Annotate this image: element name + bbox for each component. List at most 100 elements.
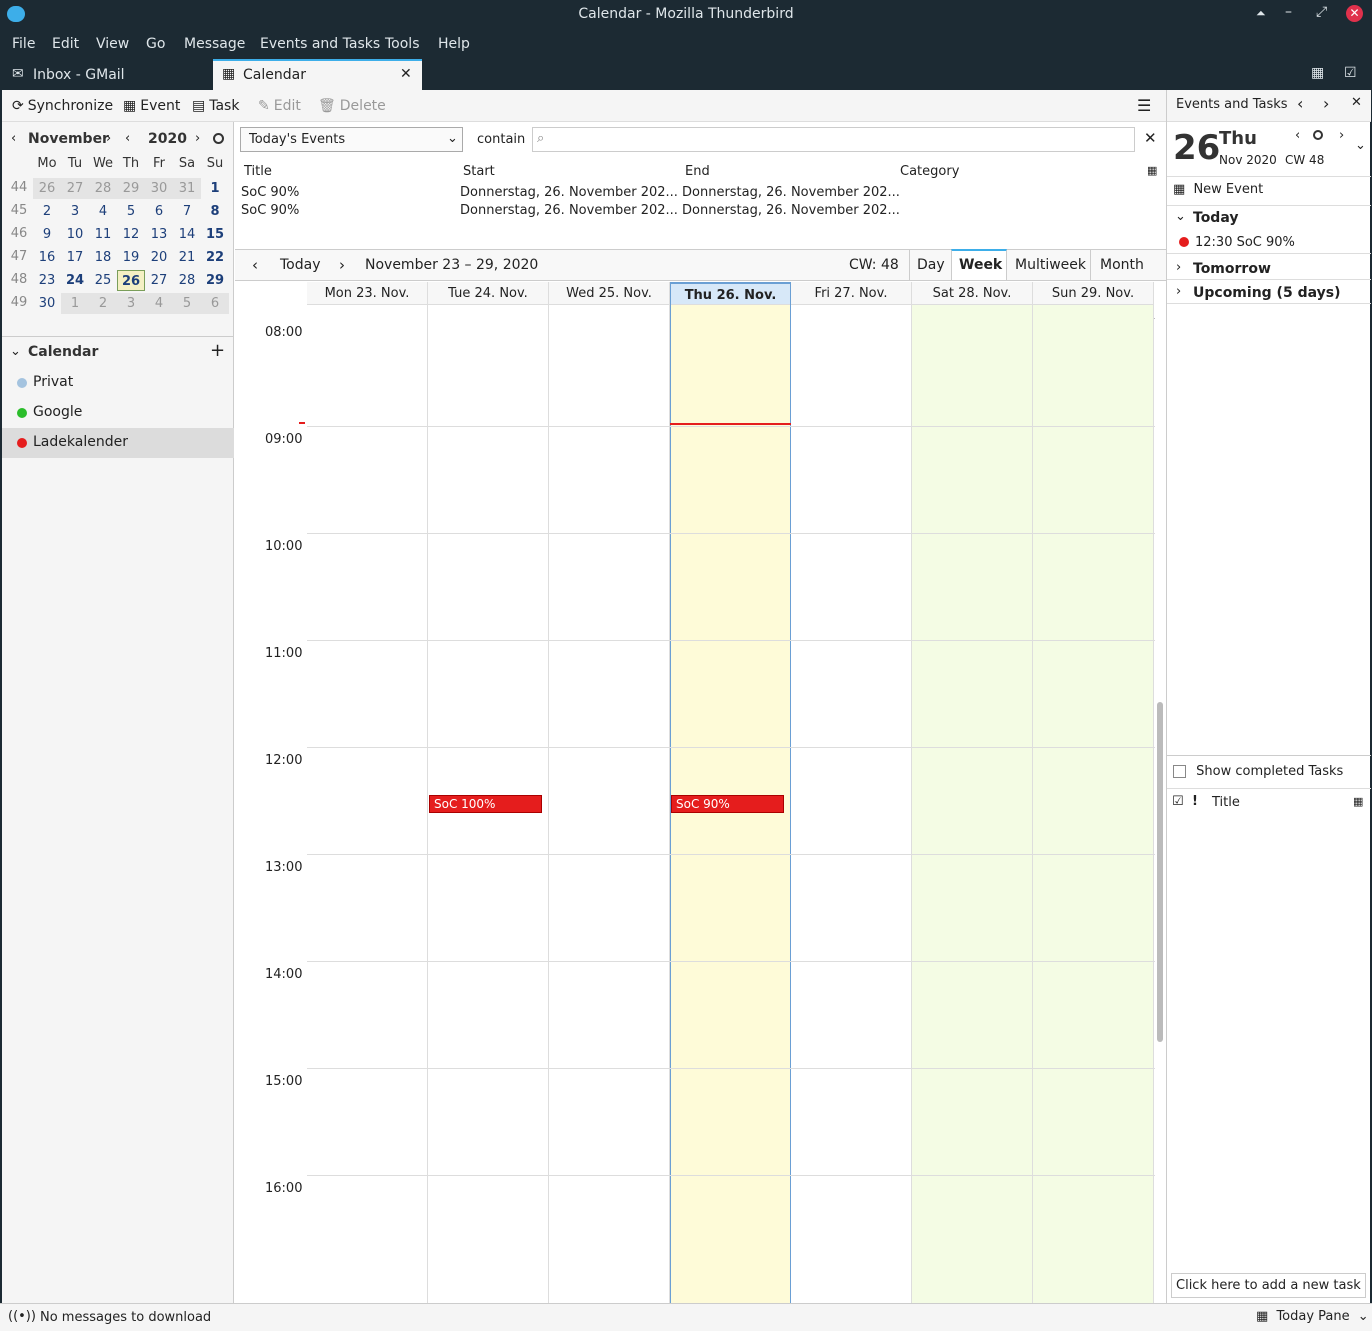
prev-month-icon[interactable]: ‹	[11, 131, 16, 146]
minimonth-day[interactable]: 30	[33, 293, 61, 314]
close-icon[interactable]: ✕	[1346, 5, 1363, 22]
minimonth-day[interactable]: 26	[117, 270, 145, 291]
new-event-button[interactable]: ▦ Event	[123, 98, 180, 114]
calendar-tab-icon[interactable]: ▦	[1311, 65, 1324, 81]
day-header[interactable]: Sat 28. Nov.	[912, 282, 1032, 305]
minimonth-day[interactable]: 10	[61, 224, 89, 245]
clear-search-icon[interactable]: ✕	[1144, 129, 1157, 147]
pane-prev-icon[interactable]: ‹	[1295, 128, 1300, 143]
minimonth-day[interactable]: 11	[89, 224, 117, 245]
next-month-icon[interactable]: ›	[106, 131, 111, 146]
today-circle-icon[interactable]	[213, 133, 224, 144]
minimonth-day[interactable]: 8	[201, 201, 229, 222]
minimonth-day[interactable]: 27	[61, 178, 89, 199]
minimonth-day[interactable]: 28	[89, 178, 117, 199]
prev-day-icon[interactable]: ‹	[1297, 94, 1303, 113]
minimonth-day[interactable]: 22	[201, 247, 229, 268]
agenda-item[interactable]: 12:30 SoC 90%	[1167, 232, 1371, 254]
minimonth-day[interactable]: 14	[173, 224, 201, 245]
day-header[interactable]: Thu 26. Nov.	[671, 282, 790, 305]
view-multiweek-tab[interactable]: Multiweek	[1015, 257, 1086, 273]
event-filter-select[interactable]: Today's Events ⌄	[240, 127, 463, 152]
menu-go[interactable]: Go	[146, 36, 165, 52]
calendar-list-header[interactable]: ⌄ Calendar +	[2, 338, 234, 366]
minimonth-day[interactable]: 6	[201, 293, 229, 314]
minimonth-day[interactable]: 15	[201, 224, 229, 245]
column-picker-icon[interactable]: ▦	[1147, 164, 1157, 177]
chevron-down-icon[interactable]: ⌄	[1355, 138, 1366, 153]
menu-help[interactable]: Help	[438, 36, 470, 52]
minimonth-day[interactable]: 1	[201, 178, 229, 199]
day-column[interactable]: Tue 24. Nov.	[428, 282, 549, 1303]
minimonth-day[interactable]: 23	[33, 270, 61, 291]
tab-inbox[interactable]: ✉ Inbox - GMail	[0, 59, 212, 90]
task-complete-column-icon[interactable]: ☑	[1172, 794, 1184, 809]
minimonth-day[interactable]: 27	[145, 270, 173, 291]
minimonth-day[interactable]: 17	[61, 247, 89, 268]
new-task-button[interactable]: ▤ Task	[192, 98, 239, 114]
day-header[interactable]: Fri 27. Nov.	[791, 282, 911, 305]
calendar-item-google[interactable]: Google	[2, 398, 234, 428]
minimonth-day[interactable]: 2	[89, 293, 117, 314]
day-header[interactable]: Wed 25. Nov.	[549, 282, 669, 305]
column-header-title[interactable]: Title	[244, 164, 272, 179]
section-today[interactable]: ⌄ Today	[1167, 207, 1371, 229]
scrollbar-thumb[interactable]	[1157, 702, 1163, 1042]
minimize-icon[interactable]: –	[1285, 4, 1292, 20]
synchronize-button[interactable]: ⟳ Synchronize	[12, 98, 113, 114]
menu-events-and-tasks[interactable]: Events and Tasks	[260, 36, 380, 52]
table-row[interactable]: SoC 90% Donnerstag, 26. November 202... …	[235, 185, 1166, 203]
minimonth-day[interactable]: 16	[33, 247, 61, 268]
minimonth-day[interactable]: 4	[89, 201, 117, 222]
minimonth-day[interactable]: 28	[173, 270, 201, 291]
view-day-tab[interactable]: Day	[917, 257, 945, 273]
prev-week-icon[interactable]: ‹	[252, 256, 258, 274]
day-header[interactable]: Tue 24. Nov.	[428, 282, 548, 305]
calendar-item-privat[interactable]: Privat	[2, 368, 234, 398]
minimonth-day[interactable]: 24	[61, 270, 89, 291]
minimonth-day[interactable]: 3	[117, 293, 145, 314]
event-box[interactable]: SoC 100%	[429, 794, 542, 813]
view-month-tab[interactable]: Month	[1100, 257, 1144, 273]
minimonth-day[interactable]: 26	[33, 178, 61, 199]
close-pane-icon[interactable]: ✕	[1351, 95, 1362, 110]
next-day-icon[interactable]: ›	[1323, 94, 1329, 113]
minimonth-day[interactable]: 5	[117, 201, 145, 222]
column-header-start[interactable]: Start	[463, 164, 495, 179]
section-upcoming[interactable]: › Upcoming (5 days)	[1167, 282, 1371, 304]
event-box[interactable]: SoC 90%	[671, 794, 784, 813]
next-year-icon[interactable]: ›	[195, 131, 200, 146]
next-week-icon[interactable]: ›	[339, 256, 345, 274]
minimonth-day[interactable]: 29	[201, 270, 229, 291]
task-title-column[interactable]: Title	[1212, 795, 1240, 810]
show-completed-tasks-checkbox[interactable]: Show completed Tasks	[1173, 764, 1343, 779]
minimonth-day[interactable]: 13	[145, 224, 173, 245]
minimonth-day[interactable]: 29	[117, 178, 145, 199]
day-header[interactable]: Mon 23. Nov.	[307, 282, 427, 305]
minimonth-day[interactable]: 1	[61, 293, 89, 314]
hamburger-menu-icon[interactable]: ☰	[1137, 96, 1151, 115]
minimonth-day[interactable]: 2	[33, 201, 61, 222]
minimonth-day[interactable]: 30	[145, 178, 173, 199]
minimonth-day[interactable]: 7	[173, 201, 201, 222]
new-event-pane-button[interactable]: ▦ New Event	[1173, 182, 1263, 197]
day-column[interactable]: Mon 23. Nov.	[307, 282, 428, 1303]
menu-edit[interactable]: Edit	[52, 36, 79, 52]
menu-tools[interactable]: Tools	[385, 36, 420, 52]
minimonth-day[interactable]: 9	[33, 224, 61, 245]
day-column[interactable]: Wed 25. Nov.	[549, 282, 670, 1303]
add-calendar-icon[interactable]: +	[210, 340, 225, 361]
delete-button[interactable]: 🗑 Delete	[318, 98, 386, 114]
minimonth-day[interactable]: 25	[89, 270, 117, 291]
keep-above-icon[interactable]: ⏶	[1256, 6, 1266, 21]
minimonth-day[interactable]: 3	[61, 201, 89, 222]
edit-button[interactable]: ✎ Edit	[258, 98, 301, 114]
tab-close-icon[interactable]: ✕	[400, 66, 412, 82]
minimonth-day[interactable]: 12	[117, 224, 145, 245]
view-week-tab[interactable]: Week	[951, 249, 1007, 281]
column-picker-icon[interactable]: ▦	[1353, 795, 1363, 808]
tab-calendar[interactable]: ▦ Calendar ✕	[213, 59, 422, 90]
prev-year-icon[interactable]: ‹	[125, 131, 130, 146]
new-task-input[interactable]: Click here to add a new task	[1171, 1273, 1366, 1298]
calendar-item-ladekalender[interactable]: Ladekalender	[2, 428, 234, 458]
